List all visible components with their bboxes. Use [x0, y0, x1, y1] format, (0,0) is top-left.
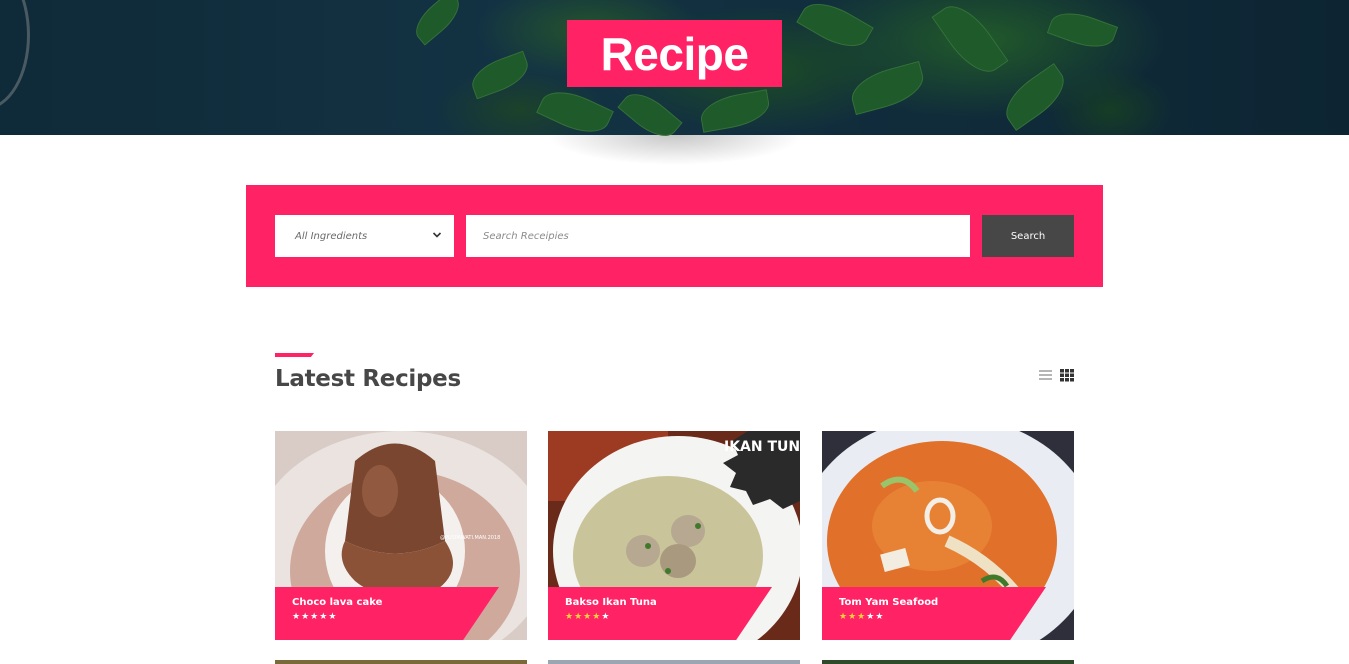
star-icon: ★ — [839, 612, 849, 622]
star-icon: ★ — [319, 612, 329, 622]
recipe-caption: Bakso Ikan Tuna ★★★★★ — [548, 587, 772, 640]
view-toggle — [1038, 368, 1075, 382]
star-icon: ★ — [301, 612, 311, 622]
leaf-decoration — [466, 50, 534, 100]
search-input[interactable] — [466, 215, 970, 257]
hero-banner: Recipe — [0, 0, 1349, 146]
search-panel: All Ingredients Search — [246, 185, 1103, 287]
star-icon: ★ — [583, 612, 593, 622]
recipe-card[interactable]: @PUSPAWATI.MAN.2018 Choco lava cake ★★★★… — [275, 431, 527, 640]
recipe-card[interactable]: IKAN TUNA Bakso Ikan Tuna ★★★★★ — [548, 431, 800, 640]
rating-stars: ★★★★★ — [839, 612, 1029, 622]
star-icon: ★ — [328, 612, 338, 622]
recipe-card-peek — [548, 660, 800, 664]
star-icon: ★ — [848, 612, 858, 622]
leaf-decoration — [408, 0, 467, 46]
rating-stars: ★★★★★ — [565, 612, 755, 622]
leaf-decoration — [846, 60, 929, 116]
recipe-card-peek — [822, 660, 1074, 664]
recipe-caption: Choco lava cake ★★★★★ — [275, 587, 499, 640]
rating-stars: ★★★★★ — [292, 612, 482, 622]
section-title: Latest Recipes — [275, 366, 461, 392]
photo-watermark: @PUSPAWATI.MAN.2018 — [440, 535, 500, 541]
ingredient-select[interactable]: All Ingredients — [275, 215, 454, 257]
star-icon: ★ — [601, 612, 611, 622]
recipe-name: Tom Yam Seafood — [839, 597, 939, 608]
star-icon: ★ — [857, 612, 867, 622]
chevron-down-icon — [432, 232, 442, 238]
star-icon: ★ — [310, 612, 320, 622]
hero-shadow — [500, 135, 850, 185]
recipe-name: Choco lava cake — [292, 597, 383, 608]
recipe-caption: Tom Yam Seafood ★★★★★ — [822, 587, 1046, 640]
recipe-name: Bakso Ikan Tuna — [565, 597, 657, 608]
ingredient-select-value: All Ingredients — [295, 230, 368, 242]
photo-label: IKAN TUNA — [724, 439, 800, 455]
star-icon: ★ — [875, 612, 885, 622]
leaf-decoration — [1046, 4, 1119, 56]
star-icon: ★ — [574, 612, 584, 622]
recipe-card-peek — [275, 660, 527, 664]
leaf-decoration — [796, 0, 874, 58]
grid-view-icon[interactable] — [1059, 368, 1075, 382]
recipe-card[interactable]: Tom Yam Seafood ★★★★★ — [822, 431, 1074, 640]
star-icon: ★ — [565, 612, 575, 622]
leaf-decoration — [536, 81, 614, 143]
search-button[interactable]: Search — [982, 215, 1074, 257]
star-icon: ★ — [592, 612, 602, 622]
star-icon: ★ — [292, 612, 302, 622]
leaf-decoration — [697, 89, 773, 133]
leaf-decoration — [931, 0, 1009, 83]
plate-rim-decoration — [0, 0, 30, 110]
page-title: Recipe — [567, 20, 782, 87]
list-view-icon[interactable] — [1038, 368, 1054, 382]
leaf-decoration — [996, 62, 1074, 132]
star-icon: ★ — [866, 612, 876, 622]
section-accent-line — [275, 353, 314, 357]
